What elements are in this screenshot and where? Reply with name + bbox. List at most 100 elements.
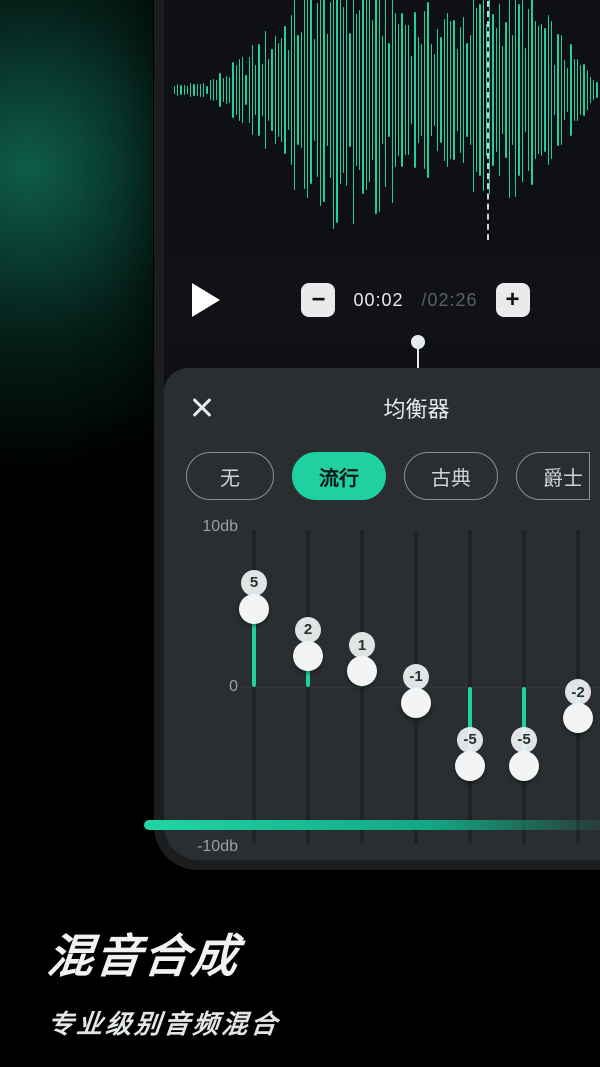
waveform-bar bbox=[577, 59, 578, 121]
waveform-bar bbox=[535, 21, 536, 159]
waveform-bar bbox=[174, 86, 175, 93]
waveform-bar bbox=[408, 25, 409, 154]
waveform-bar bbox=[317, 3, 318, 177]
waveform-bar bbox=[349, 33, 350, 147]
waveform-bar bbox=[323, 0, 324, 202]
time-increment-button[interactable]: + bbox=[496, 283, 530, 317]
waveform-bar bbox=[496, 28, 497, 151]
waveform-bar bbox=[314, 39, 315, 140]
waveform-display[interactable] bbox=[164, 0, 600, 260]
waveform-bar bbox=[528, 9, 529, 171]
slider-thumb[interactable] bbox=[563, 703, 593, 733]
total-time: /02:26 bbox=[422, 290, 478, 311]
waveform-bar bbox=[213, 79, 214, 101]
waveform-bar bbox=[203, 83, 204, 98]
waveform-bar bbox=[385, 0, 386, 187]
waveform-bar bbox=[346, 0, 347, 186]
waveform-bar bbox=[359, 10, 360, 170]
waveform-bar bbox=[333, 0, 334, 229]
waveform-bar bbox=[427, 2, 428, 177]
waveform-bar bbox=[593, 80, 594, 101]
waveform-bar bbox=[239, 59, 240, 120]
waveform-bar bbox=[271, 49, 272, 131]
waveform-bar bbox=[515, 0, 516, 197]
slider-thumb[interactable] bbox=[455, 751, 485, 781]
waveform-bar bbox=[440, 37, 441, 143]
waveform-bar bbox=[541, 24, 542, 156]
marketing-copy: 混音合成 专业级别音频混合 bbox=[48, 920, 280, 1041]
slider-value-badge: 1 bbox=[349, 632, 375, 658]
waveform-bar bbox=[463, 17, 464, 162]
slider-value-badge: -5 bbox=[457, 727, 483, 753]
current-time: 00:02 bbox=[353, 290, 403, 311]
waveform-bar bbox=[551, 21, 552, 158]
waveform-bar bbox=[567, 68, 568, 113]
waveform-bar bbox=[177, 84, 178, 96]
slider-thumb[interactable] bbox=[401, 688, 431, 718]
slider-thumb[interactable] bbox=[509, 751, 539, 781]
preset-无[interactable]: 无 bbox=[186, 452, 274, 500]
slider-value-badge: 2 bbox=[295, 617, 321, 643]
waveform-bar bbox=[353, 0, 354, 224]
waveform-bar bbox=[375, 0, 376, 214]
waveform-bar bbox=[229, 77, 230, 103]
waveform-playhead[interactable] bbox=[487, 0, 489, 240]
waveform-bar bbox=[340, 0, 341, 184]
waveform-bar bbox=[379, 0, 380, 212]
accent-underline bbox=[144, 820, 600, 830]
eq-sliders: 10db 0 -10db 521-1-5-5-212 3162125250500… bbox=[186, 522, 600, 852]
waveform-bar bbox=[362, 0, 363, 194]
waveform-bar bbox=[505, 22, 506, 158]
waveform-bar bbox=[206, 86, 207, 95]
eq-band-1K: -5 bbox=[512, 522, 536, 852]
waveform-bar bbox=[187, 86, 188, 94]
equalizer-panel: 均衡器 无流行古典爵士 10db 0 -10db 521-1-5-5-212 3… bbox=[164, 368, 600, 860]
waveform-bar bbox=[278, 43, 279, 137]
waveform-bar bbox=[434, 54, 435, 126]
waveform-bar bbox=[382, 36, 383, 145]
y-axis-zero: 0 bbox=[186, 678, 238, 696]
waveform-bar bbox=[180, 85, 181, 96]
waveform-bar bbox=[343, 7, 344, 172]
preset-古典[interactable]: 古典 bbox=[404, 452, 498, 500]
waveform-bar bbox=[258, 44, 259, 136]
slider-value-badge: -5 bbox=[511, 727, 537, 753]
waveform-bar bbox=[431, 44, 432, 137]
waveform-bar bbox=[320, 0, 321, 206]
waveform-bar bbox=[268, 59, 269, 121]
waveform-bar bbox=[307, 0, 308, 198]
transport-bar: − 00:02 /02:26 + bbox=[164, 260, 600, 340]
slider-thumb[interactable] bbox=[239, 594, 269, 624]
time-decrement-button[interactable]: − bbox=[301, 283, 335, 317]
slider-rail bbox=[306, 530, 310, 844]
waveform-bar bbox=[294, 0, 295, 190]
waveform-bar bbox=[232, 62, 233, 117]
waveform-bar bbox=[392, 0, 393, 203]
waveform-bar bbox=[184, 85, 185, 95]
waveform-bar bbox=[489, 0, 490, 194]
slider-value-badge: -1 bbox=[403, 664, 429, 690]
waveform-bar bbox=[583, 64, 584, 115]
waveform-bar bbox=[590, 77, 591, 104]
y-axis-max: 10db bbox=[186, 518, 238, 536]
play-button[interactable] bbox=[192, 283, 220, 317]
waveform-bar bbox=[265, 31, 266, 149]
waveform-bar bbox=[574, 59, 575, 120]
waveform-bar bbox=[470, 35, 471, 145]
waveform-bar bbox=[236, 65, 237, 115]
eq-band-250: -1 bbox=[404, 522, 428, 852]
waveform-bar bbox=[281, 38, 282, 142]
slider-thumb[interactable] bbox=[347, 656, 377, 686]
waveform-bar bbox=[190, 83, 191, 96]
preset-爵士[interactable]: 爵士 bbox=[516, 452, 590, 500]
waveform-bar bbox=[548, 15, 549, 166]
subheadline: 专业级别音频混合 bbox=[46, 1004, 282, 1041]
close-icon[interactable] bbox=[186, 392, 218, 424]
preset-row: 无流行古典爵士 bbox=[186, 452, 600, 500]
waveform-bar bbox=[447, 13, 448, 166]
preset-流行[interactable]: 流行 bbox=[292, 452, 386, 500]
waveform-bar bbox=[262, 64, 263, 117]
waveform-bar bbox=[356, 14, 357, 167]
waveform-bar bbox=[366, 0, 367, 190]
slider-thumb[interactable] bbox=[293, 641, 323, 671]
